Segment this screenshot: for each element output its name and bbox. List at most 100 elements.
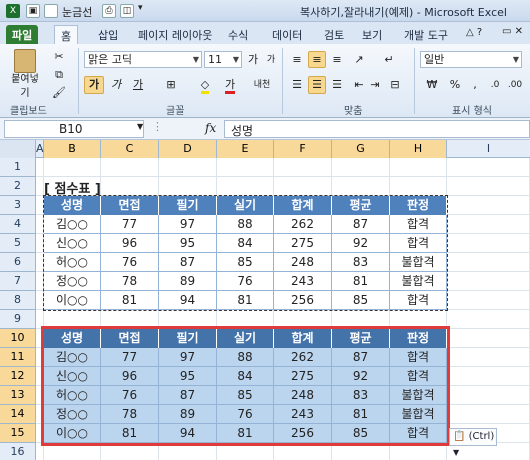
row-header-3[interactable]: 3 [0, 196, 36, 215]
comma-button[interactable]: , [466, 76, 484, 94]
pasted-table-cell[interactable]: 77 [101, 348, 159, 367]
column-header-c[interactable]: C [101, 140, 159, 158]
grow-font-icon[interactable]: 가 [245, 51, 261, 68]
pasted-table-header-cell[interactable]: 합계 [274, 329, 332, 348]
source-table-cell[interactable]: 95 [159, 234, 217, 253]
format-painter-icon[interactable]: 🖌 [48, 84, 70, 100]
pasted-table-cell[interactable]: 256 [274, 424, 332, 443]
tab-home[interactable]: 홈 [54, 25, 79, 44]
column-header-d[interactable]: D [159, 140, 217, 158]
preview-icon[interactable]: ◫ [120, 4, 134, 18]
source-table-cell[interactable]: 76 [101, 253, 159, 272]
align-right-icon[interactable]: ☰ [328, 76, 346, 94]
wrap-text-icon[interactable]: ↵ [380, 51, 398, 68]
pasted-table-cell[interactable]: 275 [274, 367, 332, 386]
name-box[interactable]: B10 [4, 120, 144, 138]
tab-page-layout[interactable]: 페이지 레이아웃 [132, 25, 218, 44]
paste-button[interactable]: 붙여넣기 [6, 48, 44, 99]
pasted-table-cell[interactable]: 김○○ [44, 348, 101, 367]
pasted-table-header-cell[interactable]: 성명 [44, 329, 101, 348]
increase-indent-icon[interactable]: ⇥ [366, 76, 384, 94]
merge-center-icon[interactable]: ⊟ [386, 76, 404, 94]
source-table-cell[interactable]: 89 [159, 272, 217, 291]
font-color-icon[interactable]: 가 [220, 76, 240, 94]
tab-view[interactable]: 보기 [356, 25, 388, 44]
pasted-table-cell[interactable]: 97 [159, 348, 217, 367]
column-header-h[interactable]: H [390, 140, 447, 158]
pasted-table-cell[interactable]: 85 [217, 386, 274, 405]
print-icon[interactable]: ⎙ [102, 4, 116, 18]
row-header-2[interactable]: 2 [0, 177, 36, 196]
pasted-table-cell[interactable]: 이○○ [44, 424, 101, 443]
pasted-table-header-cell[interactable]: 판정 [390, 329, 447, 348]
pasted-table-cell[interactable]: 89 [159, 405, 217, 424]
pasted-table-cell[interactable]: 78 [101, 405, 159, 424]
pasted-table-cell[interactable]: 94 [159, 424, 217, 443]
source-table-cell[interactable]: 신○○ [44, 234, 101, 253]
pasted-table-cell[interactable]: 76 [217, 405, 274, 424]
shrink-font-icon[interactable]: 가 [263, 51, 279, 68]
save-icon[interactable]: ▣ [26, 4, 40, 18]
expand-handle-icon[interactable]: ⋮ [152, 120, 163, 133]
currency-icon[interactable]: ₩ [420, 76, 444, 94]
row-header-12[interactable]: 12 [0, 367, 36, 386]
pasted-table-cell[interactable]: 허○○ [44, 386, 101, 405]
pasted-table-cell[interactable]: 81 [217, 424, 274, 443]
row-header-16[interactable]: 16 [0, 443, 36, 460]
chevron-down-icon[interactable]: ▼ [137, 122, 143, 131]
row-header-8[interactable]: 8 [0, 291, 36, 310]
pasted-table-cell[interactable]: 87 [159, 386, 217, 405]
pasted-table-cell[interactable]: 81 [101, 424, 159, 443]
source-table-cell[interactable]: 262 [274, 215, 332, 234]
orientation-icon[interactable]: ↗ [350, 51, 368, 68]
source-table-cell[interactable]: 97 [159, 215, 217, 234]
column-header-a[interactable]: A [36, 140, 44, 158]
window-controls-icon[interactable]: ▭ ✕ [502, 26, 523, 37]
align-middle-icon[interactable]: ≡ [308, 51, 326, 68]
pasted-table-cell[interactable]: 84 [217, 367, 274, 386]
source-table-cell[interactable]: 87 [332, 215, 390, 234]
source-table-cell[interactable]: 83 [332, 253, 390, 272]
source-table-header-cell[interactable]: 필기 [159, 196, 217, 215]
column-header-b[interactable]: B [44, 140, 101, 158]
pasted-table-cell[interactable]: 83 [332, 386, 390, 405]
pasted-table-cell[interactable]: 합격 [390, 367, 447, 386]
source-table-cell[interactable]: 248 [274, 253, 332, 272]
tab-formulas[interactable]: 수식 [222, 25, 254, 44]
column-header-f[interactable]: F [274, 140, 332, 158]
source-table-cell[interactable]: 77 [101, 215, 159, 234]
phonetic-icon[interactable]: 내천 [250, 76, 274, 94]
increase-decimal-icon[interactable]: .0 [486, 76, 504, 94]
source-table-cell[interactable]: 이○○ [44, 291, 101, 310]
percent-button[interactable]: % [446, 76, 464, 94]
bold-button[interactable]: 가 [84, 76, 104, 94]
pasted-table-header-cell[interactable]: 필기 [159, 329, 217, 348]
pasted-table-cell[interactable]: 248 [274, 386, 332, 405]
source-table-cell[interactable]: 92 [332, 234, 390, 253]
source-table-cell[interactable]: 87 [159, 253, 217, 272]
source-table-cell[interactable]: 불합격 [390, 272, 447, 291]
row-header-1[interactable]: 1 [0, 158, 36, 177]
tab-insert[interactable]: 삽입 [92, 25, 124, 44]
column-header-e[interactable]: E [217, 140, 274, 158]
pasted-table-cell[interactable]: 262 [274, 348, 332, 367]
column-header-i[interactable]: I [447, 140, 530, 158]
pasted-table-cell[interactable]: 81 [332, 405, 390, 424]
source-table-cell[interactable]: 김○○ [44, 215, 101, 234]
source-table-header-cell[interactable]: 면접 [101, 196, 159, 215]
source-table-cell[interactable]: 합격 [390, 234, 447, 253]
row-header-9[interactable]: 9 [0, 310, 36, 329]
pasted-table-header-cell[interactable]: 면접 [101, 329, 159, 348]
row-header-7[interactable]: 7 [0, 272, 36, 291]
source-table-header-cell[interactable]: 평균 [332, 196, 390, 215]
row-header-13[interactable]: 13 [0, 386, 36, 405]
source-table-cell[interactable]: 256 [274, 291, 332, 310]
source-table-header-cell[interactable]: 실기 [217, 196, 274, 215]
source-table-cell[interactable]: 81 [101, 291, 159, 310]
align-center-icon[interactable]: ☰ [308, 76, 326, 94]
font-name-combo[interactable]: 맑은 고딕 ▼ [84, 51, 202, 68]
align-bottom-icon[interactable]: ≡ [328, 51, 346, 68]
pasted-table-header-cell[interactable]: 실기 [217, 329, 274, 348]
source-table-cell[interactable]: 243 [274, 272, 332, 291]
source-table-cell[interactable]: 81 [332, 272, 390, 291]
